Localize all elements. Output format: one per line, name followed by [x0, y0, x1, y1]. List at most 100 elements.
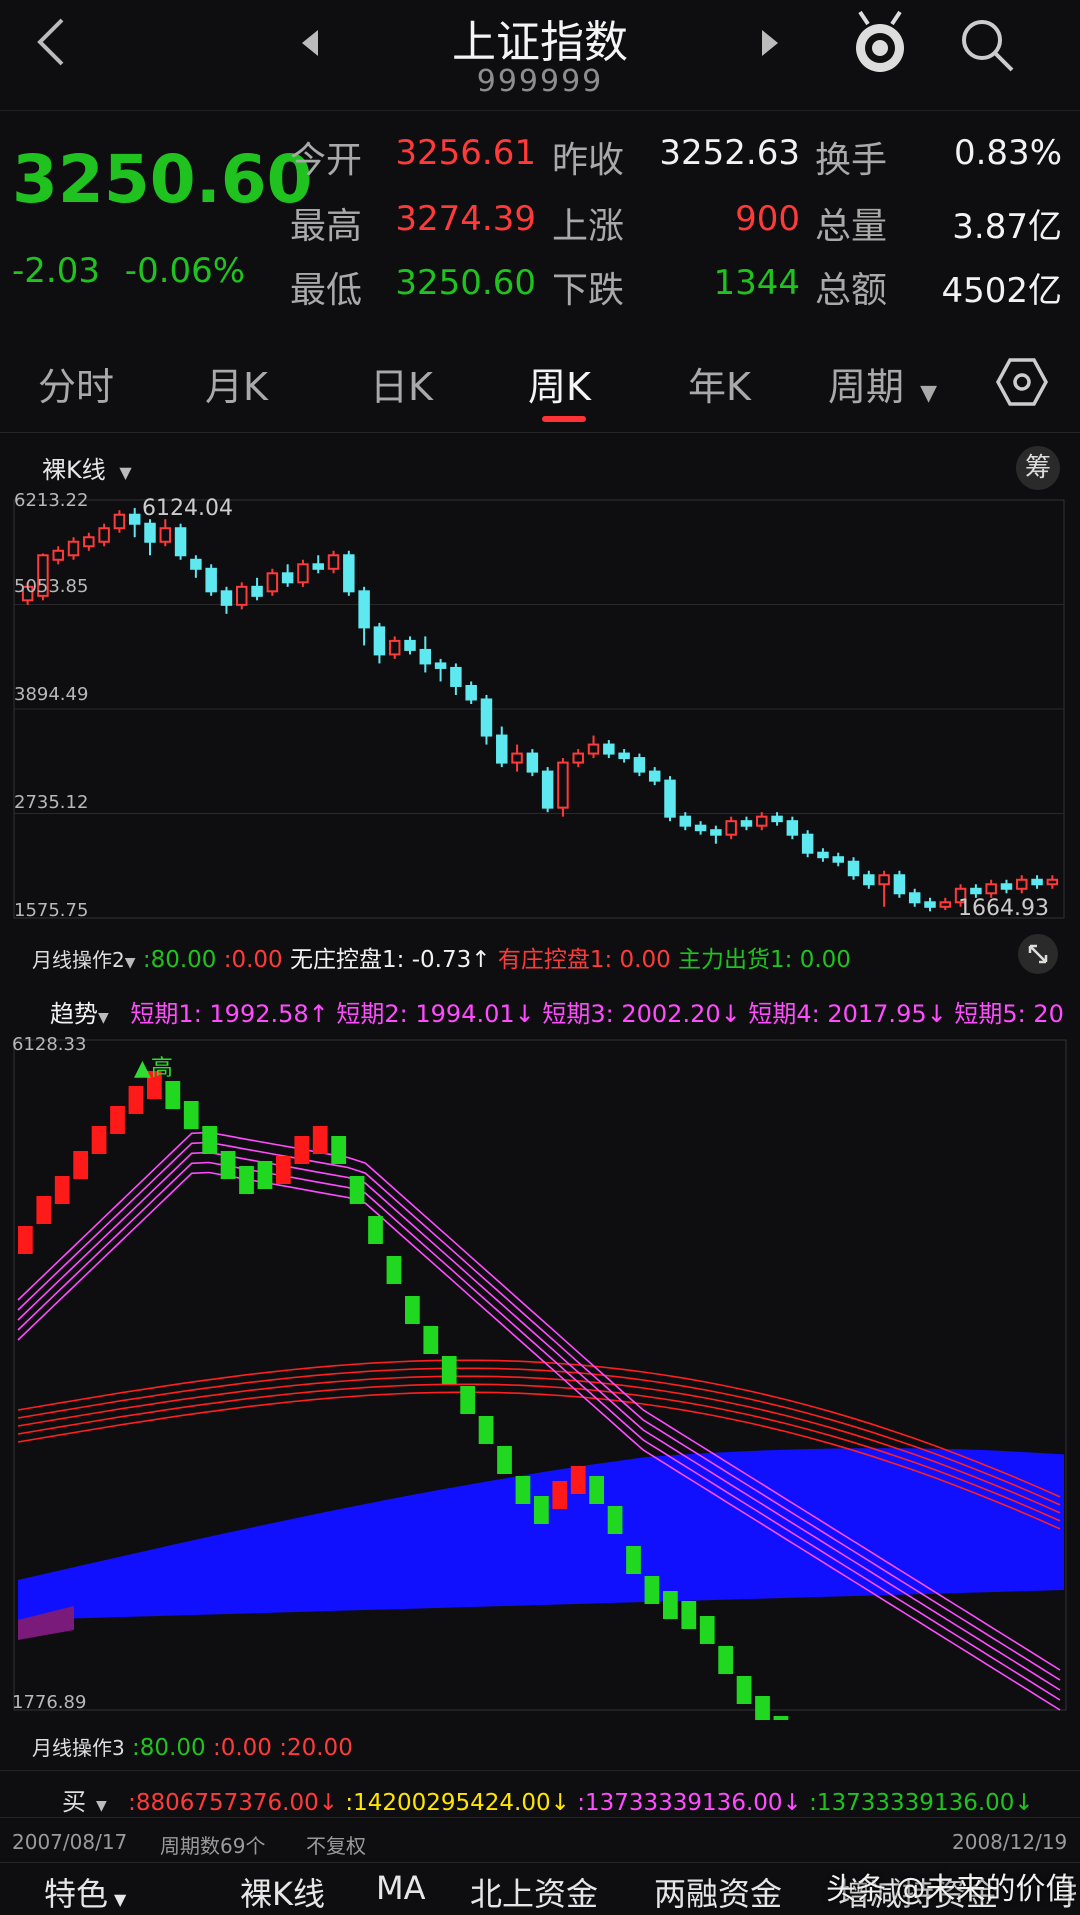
candle — [648, 767, 661, 786]
stock-code: 999999 — [476, 64, 604, 99]
tab-monthly[interactable]: 月K — [205, 356, 268, 411]
indicator-value: :80.00 — [142, 947, 217, 970]
expand-button[interactable] — [1018, 934, 1058, 974]
quote-field-value: 4502亿 — [941, 271, 1062, 311]
trend-step — [183, 1101, 199, 1129]
search-icon[interactable] — [958, 16, 1018, 76]
chart-type-selector[interactable]: 裸K线 ▼ — [42, 450, 132, 485]
trend-name[interactable]: 趋势 — [50, 1000, 98, 1026]
trend-step — [368, 1216, 383, 1244]
watermark: 头条 @未来的价值 — [826, 1872, 1076, 1907]
candle — [1000, 879, 1013, 894]
next-stock-icon[interactable] — [758, 28, 782, 58]
quote-panel: 3250.60 -2.03 -0.06% 今开 3256.61 昨收 3252.63 换… — [0, 110, 1080, 327]
nav-northbound[interactable]: 北上资金 — [470, 1869, 598, 1915]
candle — [373, 622, 386, 664]
trend-step — [405, 1296, 420, 1324]
candle-body — [388, 639, 401, 656]
trend-step — [552, 1481, 568, 1509]
candle — [633, 753, 646, 777]
candle-body — [618, 752, 630, 760]
nav-ma[interactable]: MA — [376, 1869, 426, 1907]
candle-body — [511, 752, 523, 764]
short-term-line — [17, 1171, 1061, 1711]
candle — [266, 568, 279, 596]
trend-step — [699, 1616, 715, 1644]
candle — [694, 821, 707, 835]
indicator-name[interactable]: 月线操作3 — [32, 1736, 125, 1760]
candle — [1031, 875, 1043, 889]
candle — [771, 812, 783, 826]
short-term-line — [17, 1161, 1061, 1701]
settings-hexagon-icon[interactable] — [996, 356, 1048, 408]
candle-body — [67, 540, 80, 557]
tab-period[interactable]: 周期 ▼ — [828, 356, 937, 411]
quote-field-value: 0.83% — [953, 133, 1062, 173]
candle-body — [985, 883, 997, 895]
candle — [1046, 875, 1059, 889]
candle — [756, 812, 768, 831]
candlestick-chart[interactable] — [0, 488, 1080, 928]
candle-body — [144, 522, 156, 543]
active-tab-indicator — [542, 416, 586, 422]
trend-value: 短期3: 2002.20↓ — [542, 1000, 741, 1026]
nav-featured[interactable]: 特色 ▼ — [44, 1869, 126, 1915]
candle-body — [832, 856, 844, 863]
candle — [128, 508, 141, 538]
indicator-value: :80.00 — [132, 1735, 206, 1761]
trend-value: 短期4: 2017.95↓ — [748, 1000, 947, 1026]
candle-body — [174, 527, 187, 557]
quote-field-value: 3274.39 — [395, 199, 536, 239]
candle-body — [771, 815, 783, 823]
quote-field-label: 换手 — [815, 140, 888, 181]
indicator-row-2: 月线操作3 :80.00 :0.00 :20.00 — [32, 1732, 353, 1761]
adjust-mode[interactable]: 不复权 — [306, 1830, 366, 1859]
nav-naked-k[interactable]: 裸K线 — [240, 1869, 325, 1915]
trend-row: 趋势▼ 短期1: 1992.58↑ 短期2: 1994.01↓ 短期3: 200… — [50, 994, 1080, 1026]
indicator-value: :20.00 — [279, 1735, 353, 1761]
candle — [908, 888, 921, 907]
candle — [557, 758, 569, 817]
candle — [434, 658, 447, 682]
trend-step — [18, 1226, 33, 1254]
candle-body — [817, 851, 829, 859]
candle — [281, 564, 294, 587]
indicator-name[interactable]: 买 — [62, 1788, 86, 1816]
trend-step — [36, 1196, 52, 1224]
chip-distribution-button[interactable]: 筹 — [1016, 446, 1060, 490]
nav-label: 特色 — [44, 1875, 109, 1913]
tab-intraday[interactable]: 分时 — [38, 356, 114, 411]
tab-daily[interactable]: 日K — [370, 356, 433, 411]
trend-step — [128, 1086, 144, 1114]
candle — [740, 816, 753, 831]
trend-value: 短期1: 1992.58↑ — [130, 1000, 329, 1026]
candle — [450, 663, 462, 695]
tab-yearly[interactable]: 年K — [688, 356, 751, 411]
quote-field-value: 900 — [735, 199, 800, 239]
candle-body — [863, 874, 875, 886]
candle — [251, 577, 263, 601]
candle-body — [541, 770, 554, 809]
candle — [465, 681, 477, 704]
candle-body — [83, 536, 95, 548]
candle — [786, 816, 799, 840]
mascot-icon[interactable] — [848, 8, 912, 76]
indicator-value: :13733339136.00↓ — [809, 1790, 1034, 1816]
candle-body — [893, 874, 906, 895]
tab-weekly[interactable]: 周K — [528, 356, 591, 411]
page-title: 上证指数 — [452, 17, 628, 68]
candle — [358, 586, 370, 646]
indicator-value: 有庄控盘1: 0.00 — [497, 947, 671, 970]
candle-body — [878, 874, 890, 886]
candle-body — [251, 585, 263, 597]
candle-body — [450, 666, 462, 687]
indicator-value: :0.00 — [223, 947, 283, 970]
period-tabs: 分时 月K 日K 周K 年K 周期 ▼ — [0, 326, 1080, 433]
indicator-name[interactable]: 月线操作2 — [32, 948, 125, 970]
y-tick-label: 2735.12 — [14, 792, 89, 813]
candle-body — [113, 513, 126, 530]
nav-margin[interactable]: 两融资金 — [654, 1869, 782, 1915]
trend-chart[interactable] — [0, 1030, 1080, 1720]
trend-step — [110, 1106, 125, 1134]
candle-body — [679, 815, 692, 827]
